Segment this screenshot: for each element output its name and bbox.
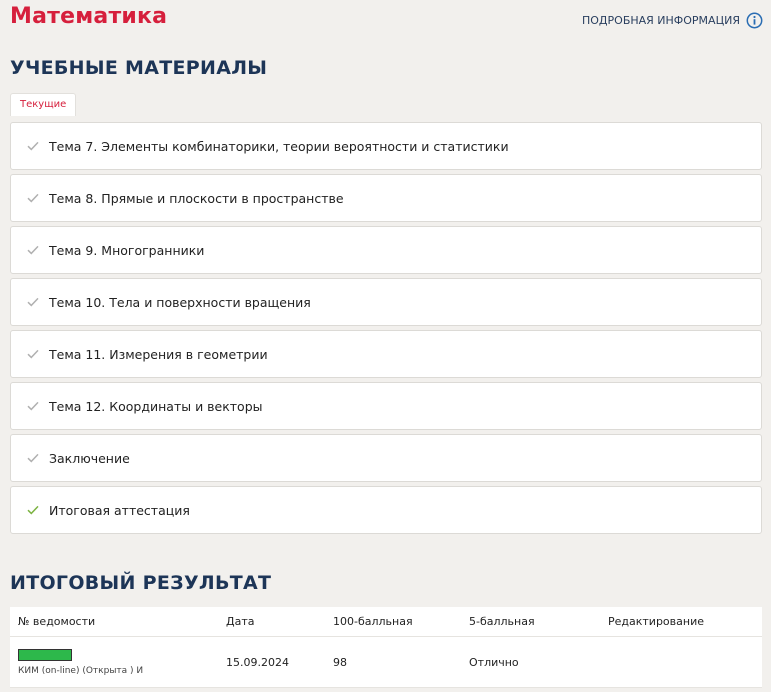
- edit-cell: [600, 636, 762, 688]
- score5-cell: Отлично: [461, 636, 600, 688]
- topic-label: Тема 11. Измерения в геометрии: [49, 346, 268, 362]
- info-icon[interactable]: [746, 12, 763, 29]
- check-icon: [27, 453, 39, 463]
- check-icon: [27, 245, 39, 255]
- topic-label: Тема 9. Многогранники: [49, 242, 205, 258]
- topic-item[interactable]: Тема 12. Координаты и векторы: [10, 382, 762, 430]
- progress-fill: [19, 649, 71, 660]
- column-header-score100: 100-балльная: [325, 607, 461, 637]
- check-icon: [27, 349, 39, 359]
- page-title: Математика: [10, 4, 168, 29]
- table-row: КИМ (on-line) (Открыта ) И 15.09.2024 98…: [10, 636, 762, 688]
- header: Математика ПОДРОБНАЯ ИНФОРМАЦИЯ: [10, 4, 763, 36]
- check-icon: [27, 193, 39, 203]
- column-header-date: Дата: [218, 607, 325, 637]
- table-header-row: № ведомости Дата 100-балльная 5-балльная…: [10, 607, 762, 637]
- topic-item[interactable]: Итоговая аттестация: [10, 486, 762, 534]
- check-icon: [27, 141, 39, 151]
- topic-label: Заключение: [49, 450, 130, 466]
- topic-item[interactable]: Тема 8. Прямые и плоскости в пространств…: [10, 174, 762, 222]
- check-icon: [27, 297, 39, 307]
- progress-bar: [18, 648, 72, 661]
- topic-item[interactable]: Тема 7. Элементы комбинаторики, теории в…: [10, 122, 762, 170]
- topic-label: Тема 12. Координаты и векторы: [49, 398, 263, 414]
- topic-label: Тема 8. Прямые и плоскости в пространств…: [49, 190, 344, 206]
- materials-title: УЧЕБНЫЕ МАТЕРИАЛЫ: [10, 57, 268, 79]
- score100-cell: 98: [325, 636, 461, 688]
- statement-cell: КИМ (on-line) (Открыта ) И: [10, 636, 218, 688]
- column-header-edit: Редактирование: [600, 607, 762, 637]
- topic-item[interactable]: Тема 9. Многогранники: [10, 226, 762, 274]
- tab-current[interactable]: Текущие: [10, 93, 77, 116]
- topic-item[interactable]: Тема 11. Измерения в геометрии: [10, 330, 762, 378]
- topic-item[interactable]: Тема 10. Тела и поверхности вращения: [10, 278, 762, 326]
- date-cell: 15.09.2024: [218, 636, 325, 688]
- topic-item[interactable]: Заключение: [10, 434, 762, 482]
- check-icon: [27, 505, 39, 515]
- topic-label: Тема 7. Элементы комбинаторики, теории в…: [49, 138, 509, 154]
- topic-label: Итоговая аттестация: [49, 502, 190, 518]
- column-header-statement: № ведомости: [10, 607, 218, 637]
- kim-label[interactable]: КИМ (on-line) (Открыта ) И: [18, 666, 210, 676]
- topic-label: Тема 10. Тела и поверхности вращения: [49, 294, 311, 310]
- info-link[interactable]: ПОДРОБНАЯ ИНФОРМАЦИЯ: [582, 12, 763, 29]
- topic-list: Тема 7. Элементы комбинаторики, теории в…: [10, 122, 762, 538]
- column-header-score5: 5-балльная: [461, 607, 600, 637]
- results-table: № ведомости Дата 100-балльная 5-балльная…: [10, 607, 762, 688]
- info-link-label: ПОДРОБНАЯ ИНФОРМАЦИЯ: [582, 14, 740, 27]
- check-icon: [27, 401, 39, 411]
- result-title: ИТОГОВЫЙ РЕЗУЛЬТАТ: [10, 572, 272, 594]
